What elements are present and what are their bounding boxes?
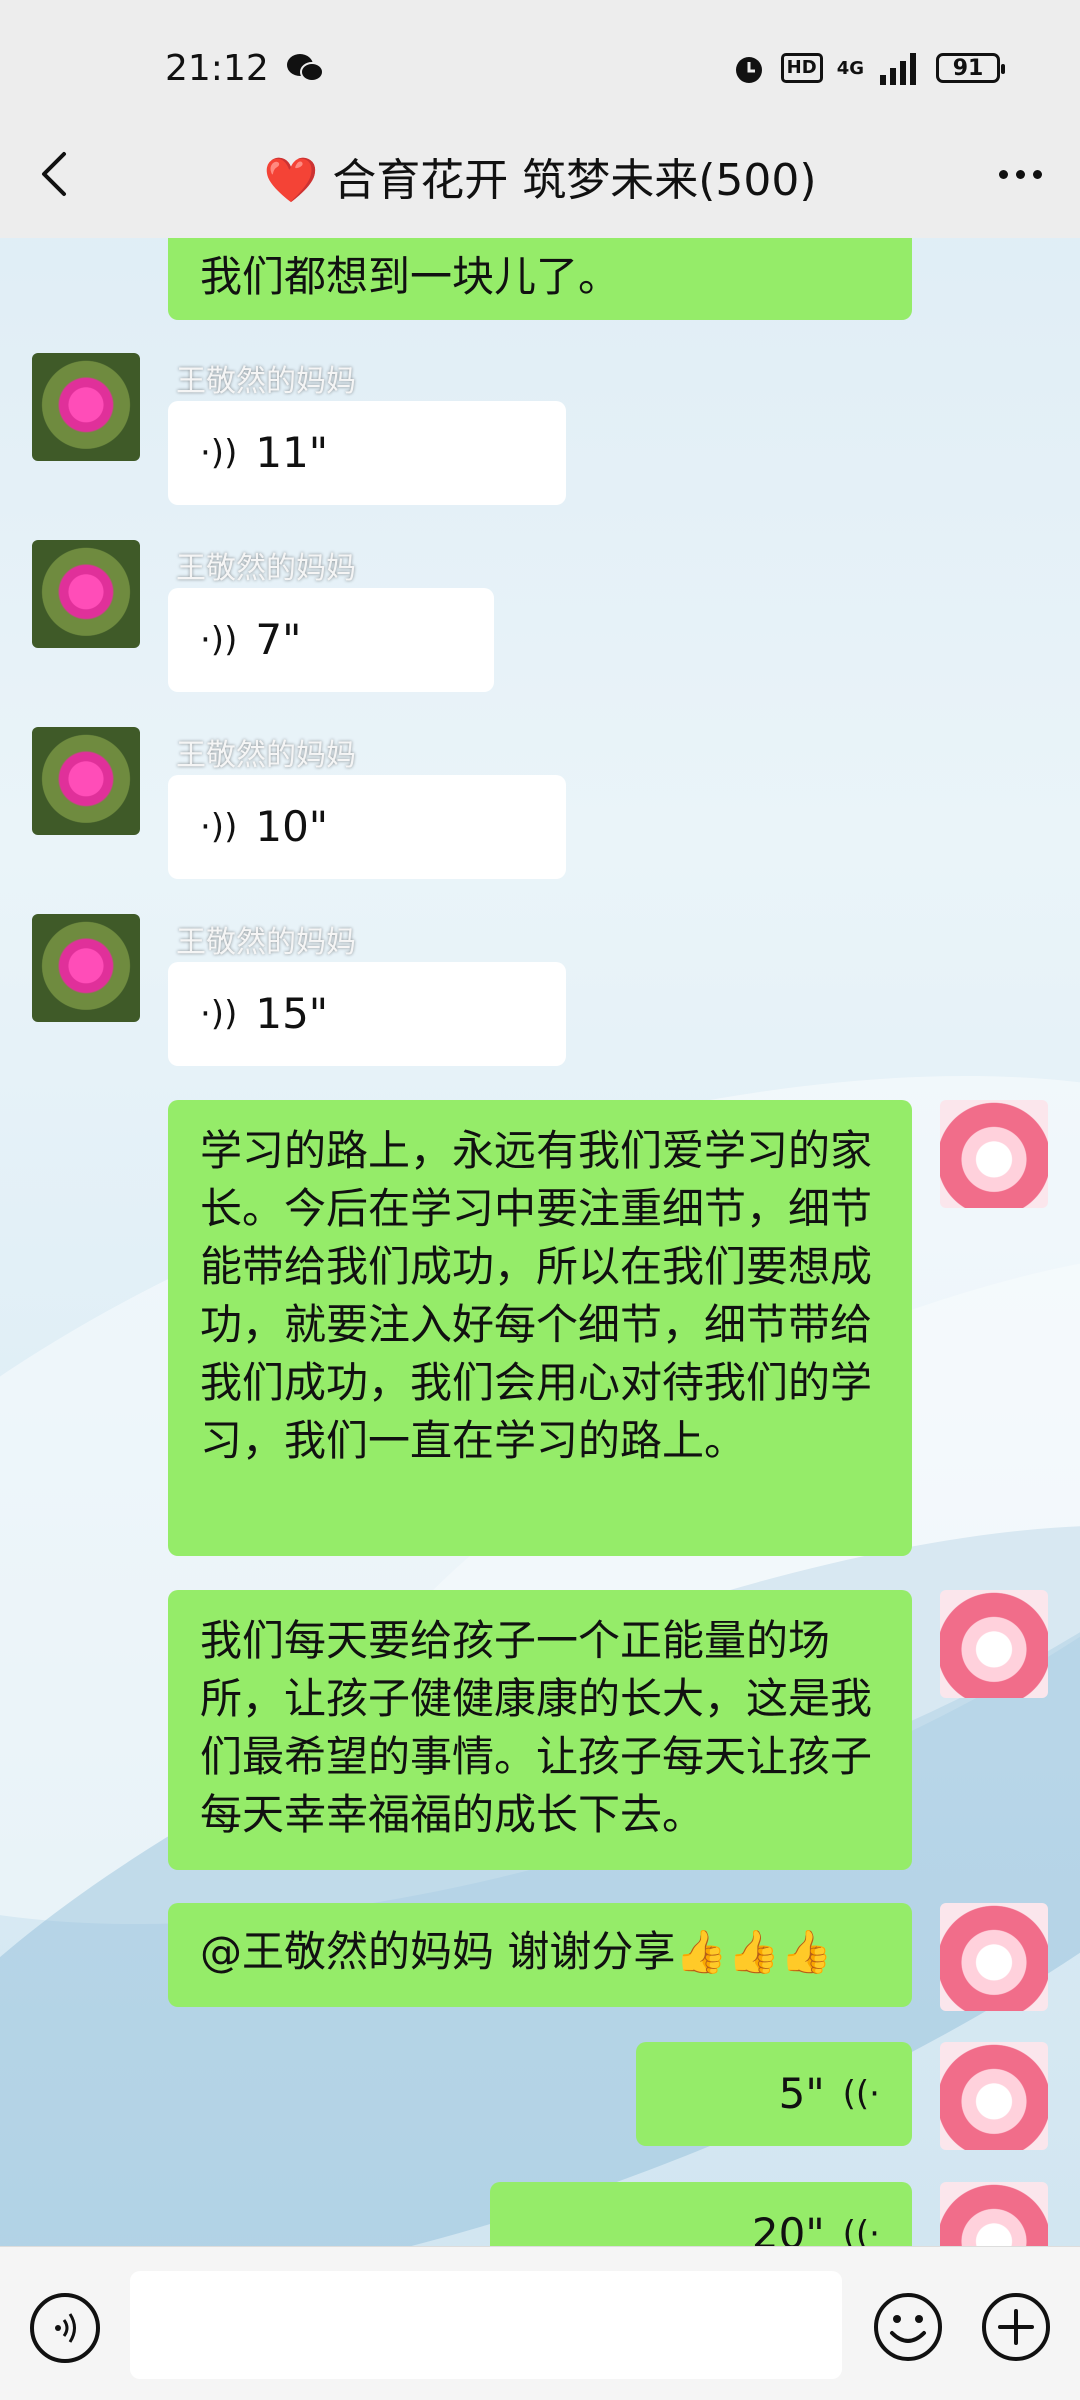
- sender-name: 王敬然的妈妈: [176, 738, 356, 773]
- wechat-notification-icon: [287, 54, 324, 82]
- voice-wave-icon: ((·: [842, 2214, 880, 2246]
- voice-wave-icon: ·)): [200, 620, 238, 660]
- voice-wave-icon: ((·: [842, 2074, 880, 2114]
- voice-duration: 10": [255, 802, 329, 851]
- message-bubble-right[interactable]: 学习的路上，永远有我们爱学习的家长。今后在学习中要注重细节，细节能带给我们成功，…: [168, 1100, 912, 1556]
- battery-icon: 91: [936, 53, 1005, 83]
- message-text: @王敬然的妈妈 谢谢分享👍👍👍: [200, 1927, 833, 1976]
- voice-message-bubble[interactable]: 5" ((·: [636, 2042, 912, 2146]
- avatar-self[interactable]: [940, 1100, 1048, 1208]
- avatar-self[interactable]: [940, 2182, 1048, 2246]
- avatar-sender[interactable]: [32, 353, 140, 461]
- alarm-icon: [735, 57, 762, 83]
- voice-duration: 15": [255, 989, 329, 1038]
- voice-duration: 5": [778, 2069, 825, 2118]
- avatar-self[interactable]: [940, 1903, 1048, 2011]
- avatar-sender[interactable]: [32, 540, 140, 648]
- voice-duration: 20": [751, 2209, 825, 2246]
- avatar-self[interactable]: [940, 2042, 1048, 2150]
- voice-duration: 11": [255, 428, 329, 477]
- input-bar: [0, 2246, 1080, 2400]
- status-time: 21:12: [165, 48, 269, 89]
- network-label: 4G: [836, 57, 864, 79]
- voice-message-bubble[interactable]: ·)) 11": [168, 401, 566, 505]
- voice-message-bubble[interactable]: ·)) 7": [168, 588, 494, 692]
- signal-icon: [880, 53, 916, 85]
- message-bubble-right[interactable]: @王敬然的妈妈 谢谢分享👍👍👍: [168, 1903, 912, 2007]
- message-input[interactable]: [130, 2271, 842, 2379]
- sender-name: 王敬然的妈妈: [176, 364, 356, 399]
- avatar-sender[interactable]: [32, 727, 140, 835]
- message-text: 我们都想到一块儿了。: [200, 252, 621, 301]
- message-bubble-right[interactable]: 我们每天要给孩子一个正能量的场所，让孩子健健康康的长大，这是我们最希望的事情。让…: [168, 1590, 912, 1870]
- avatar-sender[interactable]: [32, 914, 140, 1022]
- emoji-icon[interactable]: [872, 2291, 944, 2363]
- chat-title: ❤️ 合育花开 筑梦未来(500): [263, 155, 817, 206]
- voice-input-icon[interactable]: [30, 2293, 100, 2363]
- message-text: 学习的路上，永远有我们爱学习的家长。今后在学习中要注重细节，细节能带给我们成功，…: [200, 1126, 873, 1465]
- battery-level: 91: [952, 55, 984, 81]
- voice-wave-icon: ·)): [200, 994, 238, 1034]
- hd-badge: HD: [780, 53, 823, 83]
- avatar-self[interactable]: [940, 1590, 1048, 1698]
- status-icons: HD 4G 91: [731, 50, 1005, 86]
- voice-wave-icon: [55, 2313, 76, 2343]
- voice-message-bubble[interactable]: 20" ((·: [490, 2182, 912, 2246]
- voice-message-bubble[interactable]: ·)) 15": [168, 962, 566, 1066]
- plus-icon[interactable]: [980, 2291, 1052, 2363]
- message-list: 我们都想到一块儿了。 王敬然的妈妈 ·)) 11" 王敬然的妈妈 ·)) 7" …: [0, 238, 1080, 2246]
- voice-message-bubble[interactable]: ·)) 10": [168, 775, 566, 879]
- voice-wave-icon: ·)): [200, 433, 238, 473]
- message-text: 我们每天要给孩子一个正能量的场所，让孩子健健康康的长大，这是我们最希望的事情。让…: [200, 1616, 873, 1839]
- title-bar: ❤️ 合育花开 筑梦未来(500): [0, 110, 1080, 238]
- voice-duration: 7": [255, 615, 302, 664]
- message-bubble-right[interactable]: 我们都想到一块儿了。: [168, 238, 912, 320]
- voice-wave-icon: ·)): [200, 807, 238, 847]
- more-dots-icon[interactable]: [990, 146, 1050, 202]
- sender-name: 王敬然的妈妈: [176, 925, 356, 960]
- sender-name: 王敬然的妈妈: [176, 551, 356, 586]
